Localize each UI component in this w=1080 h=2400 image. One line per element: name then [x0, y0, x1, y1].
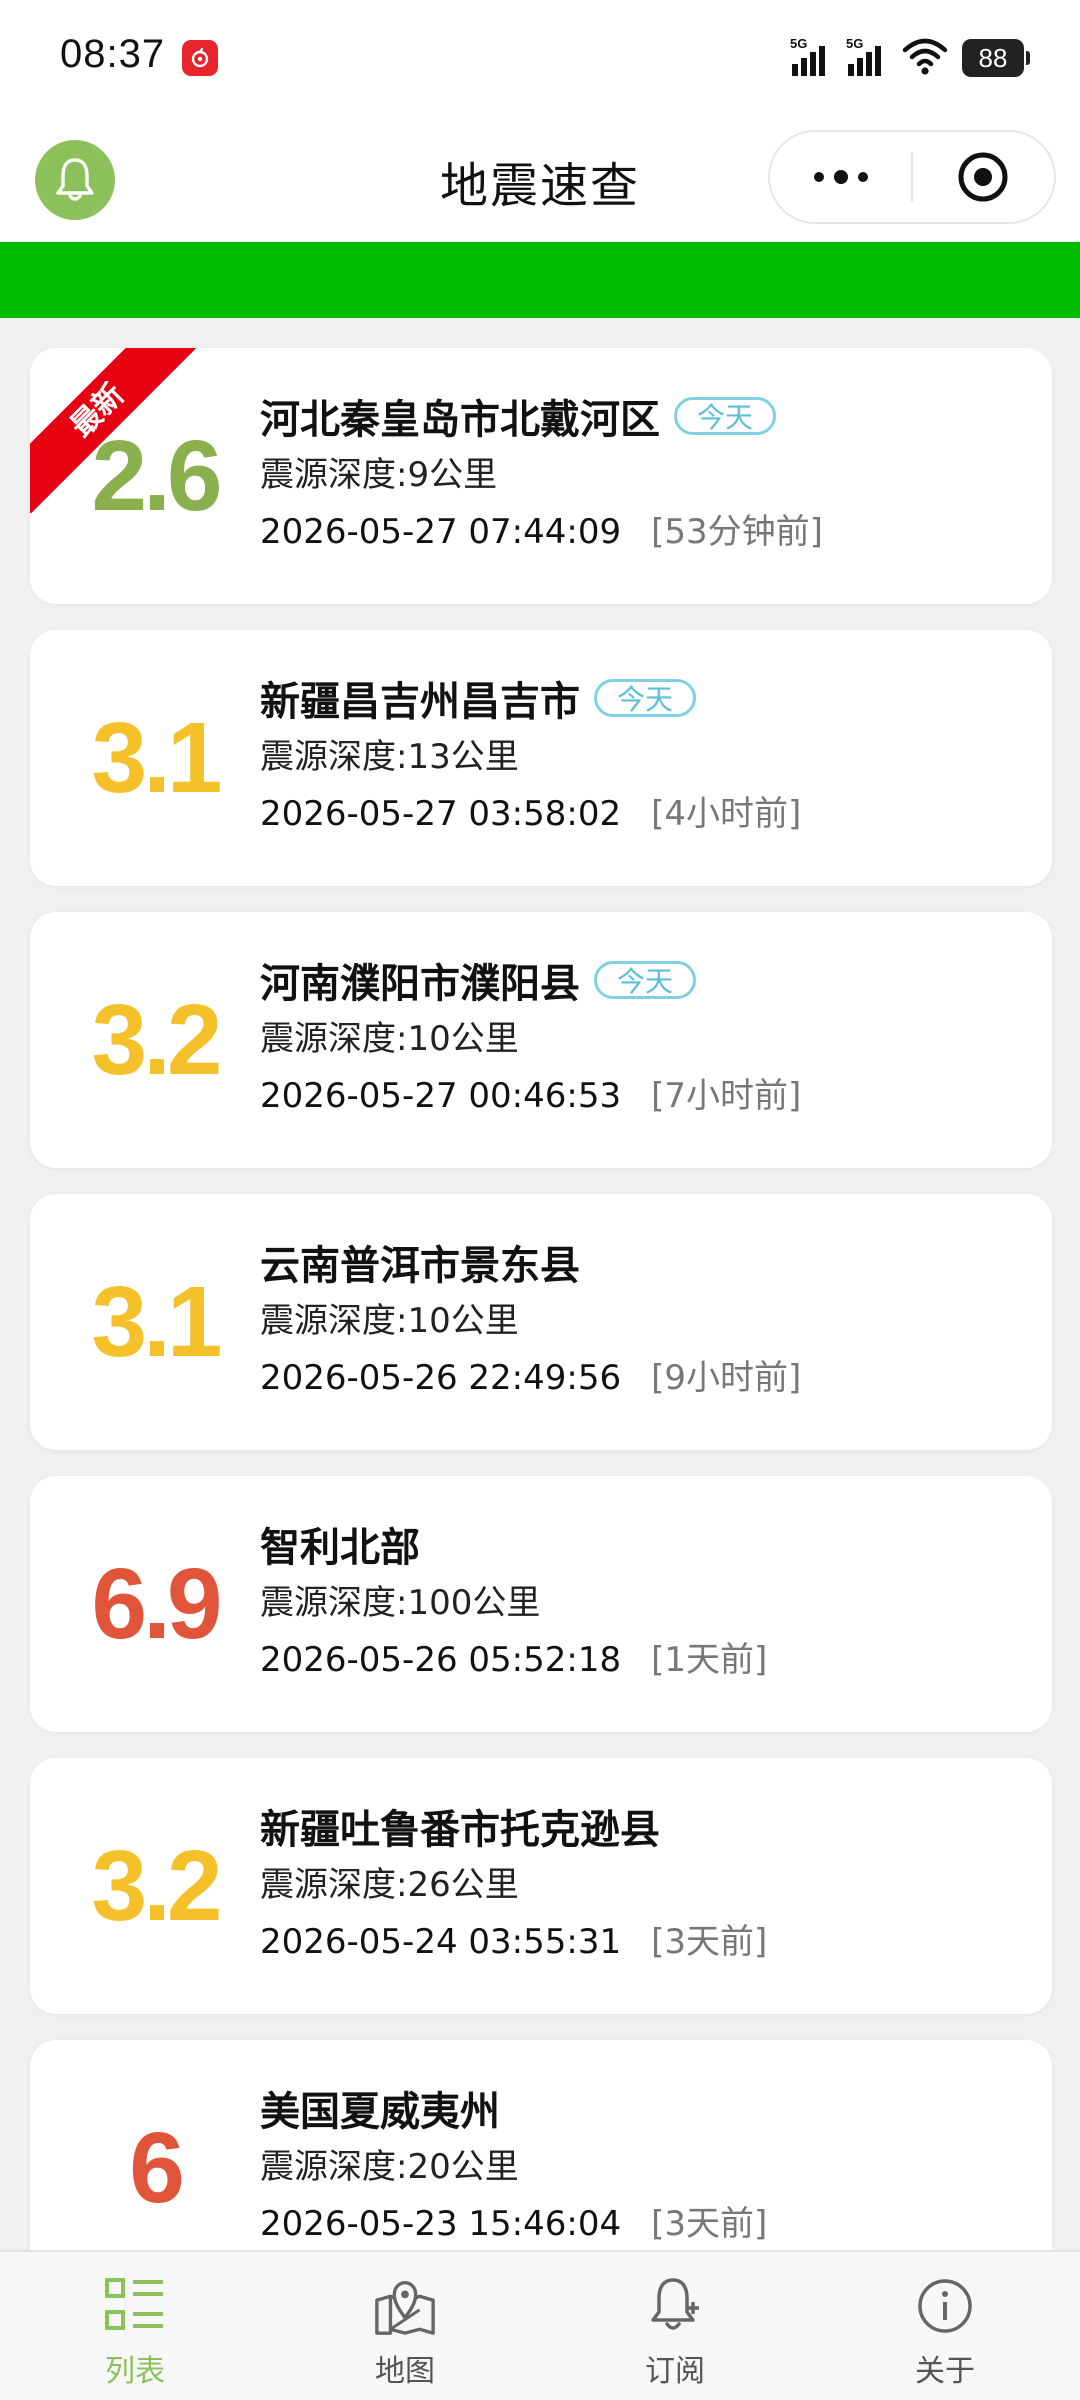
close-program-button[interactable]: [913, 132, 1054, 222]
signal-icon: 5G: [790, 36, 832, 78]
place-row: 智利北部: [260, 1516, 1040, 1572]
depth-text: 震源深度:10公里: [260, 1301, 519, 1341]
depth-text: 震源深度:13公里: [260, 737, 519, 777]
depth-text: 震源深度:20公里: [260, 2147, 519, 2187]
place-row: 河北秦皇岛市北戴河区 今天: [260, 388, 1040, 444]
tab-label: 地图: [375, 2354, 435, 2389]
earthquake-card[interactable]: 6.9 智利北部震源深度:100公里 2026-05-26 05:52:18 [1天前…: [30, 1476, 1052, 1732]
status-bar: 08:37 5G 5G 88: [0, 0, 1080, 120]
relative-time: [9小时前]: [651, 1358, 802, 1398]
location-name: 云南普洱市景东县: [260, 1243, 580, 1289]
time-row: 2026-05-27 00:46:53 [7小时前]: [260, 1070, 1040, 1122]
map-icon: [373, 2274, 437, 2338]
mini-program-capsule: [768, 130, 1056, 224]
info-icon: [913, 2274, 977, 2338]
earthquake-card[interactable]: 3.1 云南普洱市景东县震源深度:10公里 2026-05-26 22:49:56 […: [30, 1194, 1052, 1450]
today-badge: 今天: [594, 961, 697, 999]
status-indicators: 5G 5G 88: [790, 36, 1030, 80]
timestamp: 2026-05-23 15:46:04: [260, 2204, 622, 2244]
time-row: 2026-05-27 07:44:09 [53分钟前]: [260, 506, 1040, 558]
time-row: 2026-05-26 22:49:56 [9小时前]: [260, 1352, 1040, 1404]
magnitude: 3.1: [91, 1265, 222, 1378]
tab-label: 订阅: [645, 2354, 705, 2389]
magnitude: 2.6: [91, 419, 222, 532]
target-icon: [958, 152, 1008, 202]
more-dots-icon: [813, 170, 868, 184]
earthquake-info: 智利北部震源深度:100公里 2026-05-26 05:52:18 [1天前]: [260, 1516, 1040, 1686]
time-row: 2026-05-23 15:46:04 [3天前]: [260, 2198, 1040, 2250]
place-row: 云南普洱市景东县: [260, 1234, 1040, 1290]
earthquake-info: 河北秦皇岛市北戴河区 今天震源深度:9公里 2026-05-27 07:44:09 […: [260, 388, 1040, 558]
relative-time: [53分钟前]: [651, 512, 823, 552]
location-name: 智利北部: [260, 1525, 420, 1571]
list-icon: [103, 2274, 167, 2338]
earthquake-info: 新疆吐鲁番市托克逊县震源深度:26公里 2026-05-24 03:55:31 [3…: [260, 1798, 1040, 1968]
relative-time: [3天前]: [651, 2204, 768, 2244]
location-name: 河北秦皇岛市北戴河区: [260, 397, 660, 443]
today-badge: 今天: [674, 397, 777, 435]
tab-about[interactable]: 关于: [810, 2252, 1080, 2400]
depth-text: 震源深度:9公里: [260, 455, 498, 495]
earthquake-list: 最新 2.6 河北秦皇岛市北戴河区 今天 震源深度:9公里 2026-05-27 07:4…: [30, 348, 1052, 2322]
magnitude: 3.2: [91, 983, 222, 1096]
status-banner: [0, 242, 1080, 318]
netease-music-icon: [182, 40, 218, 76]
signal-icon: 5G: [846, 36, 888, 78]
tab-map[interactable]: 地图: [270, 2252, 540, 2400]
timestamp: 2026-05-24 03:55:31: [260, 1922, 622, 1962]
nav-bar: 地震速查: [0, 120, 1080, 242]
location-name: 美国夏威夷州: [260, 2089, 500, 2135]
location-name: 河南濮阳市濮阳县: [260, 961, 580, 1007]
time-row: 2026-05-24 03:55:31 [3天前]: [260, 1916, 1040, 1968]
wifi-icon: [902, 36, 948, 80]
relative-time: [3天前]: [651, 1922, 768, 1962]
earthquake-info: 美国夏威夷州震源深度:20公里 2026-05-23 15:46:04 [3天前]: [260, 2080, 1040, 2250]
earthquake-info: 新疆昌吉州昌吉市 今天震源深度:13公里 2026-05-27 03:58:02 [4…: [260, 670, 1040, 840]
tab-label: 关于: [915, 2354, 975, 2389]
place-row: 河南濮阳市濮阳县 今天: [260, 952, 1040, 1008]
location-name: 新疆吐鲁番市托克逊县: [260, 1807, 660, 1853]
place-row: 新疆吐鲁番市托克逊县: [260, 1798, 1040, 1854]
status-time: 08:37: [60, 32, 166, 76]
more-button[interactable]: [770, 132, 911, 222]
earthquake-info: 云南普洱市景东县震源深度:10公里 2026-05-26 22:49:56 [9小时…: [260, 1234, 1040, 1404]
depth-text: 震源深度:100公里: [260, 1583, 541, 1623]
relative-time: [1天前]: [651, 1640, 768, 1680]
magnitude: 6.9: [91, 1547, 222, 1660]
timestamp: 2026-05-26 22:49:56: [260, 1358, 622, 1398]
timestamp: 2026-05-27 07:44:09: [260, 512, 622, 552]
time-row: 2026-05-26 05:52:18 [1天前]: [260, 1634, 1040, 1686]
location-name: 新疆昌吉州昌吉市: [260, 679, 580, 725]
place-row: 美国夏威夷州: [260, 2080, 1040, 2136]
timestamp: 2026-05-27 00:46:53: [260, 1076, 622, 1116]
tab-label: 列表: [105, 2354, 165, 2389]
earthquake-card[interactable]: 最新 2.6 河北秦皇岛市北戴河区 今天 震源深度:9公里 2026-05-27 07:4…: [30, 348, 1052, 604]
relative-time: [7小时前]: [651, 1076, 802, 1116]
earthquake-info: 河南濮阳市濮阳县 今天震源深度:10公里 2026-05-27 00:46:53 [7…: [260, 952, 1040, 1122]
tab-bar: 列表 地图 订阅 关于: [0, 2250, 1080, 2400]
place-row: 新疆昌吉州昌吉市 今天: [260, 670, 1040, 726]
time-row: 2026-05-27 03:58:02 [4小时前]: [260, 788, 1040, 840]
today-badge: 今天: [594, 679, 697, 717]
timestamp: 2026-05-27 03:58:02: [260, 794, 622, 834]
earthquake-card[interactable]: 3.2 新疆吐鲁番市托克逊县震源深度:26公里 2026-05-24 03:55:3…: [30, 1758, 1052, 2014]
tab-list[interactable]: 列表: [0, 2252, 270, 2400]
tab-subscribe[interactable]: 订阅: [540, 2252, 810, 2400]
magnitude: 3.1: [91, 701, 222, 814]
depth-text: 震源深度:26公里: [260, 1865, 519, 1905]
battery-indicator: 88: [962, 39, 1030, 77]
earthquake-card[interactable]: 3.2 河南濮阳市濮阳县 今天震源深度:10公里 2026-05-27 00:46:5…: [30, 912, 1052, 1168]
bell-plus-icon: [643, 2274, 707, 2338]
earthquake-card[interactable]: 3.1 新疆昌吉州昌吉市 今天震源深度:13公里 2026-05-27 03:58:0…: [30, 630, 1052, 886]
depth-text: 震源深度:10公里: [260, 1019, 519, 1059]
magnitude: 3.2: [91, 1829, 222, 1942]
relative-time: [4小时前]: [651, 794, 802, 834]
timestamp: 2026-05-26 05:52:18: [260, 1640, 622, 1680]
